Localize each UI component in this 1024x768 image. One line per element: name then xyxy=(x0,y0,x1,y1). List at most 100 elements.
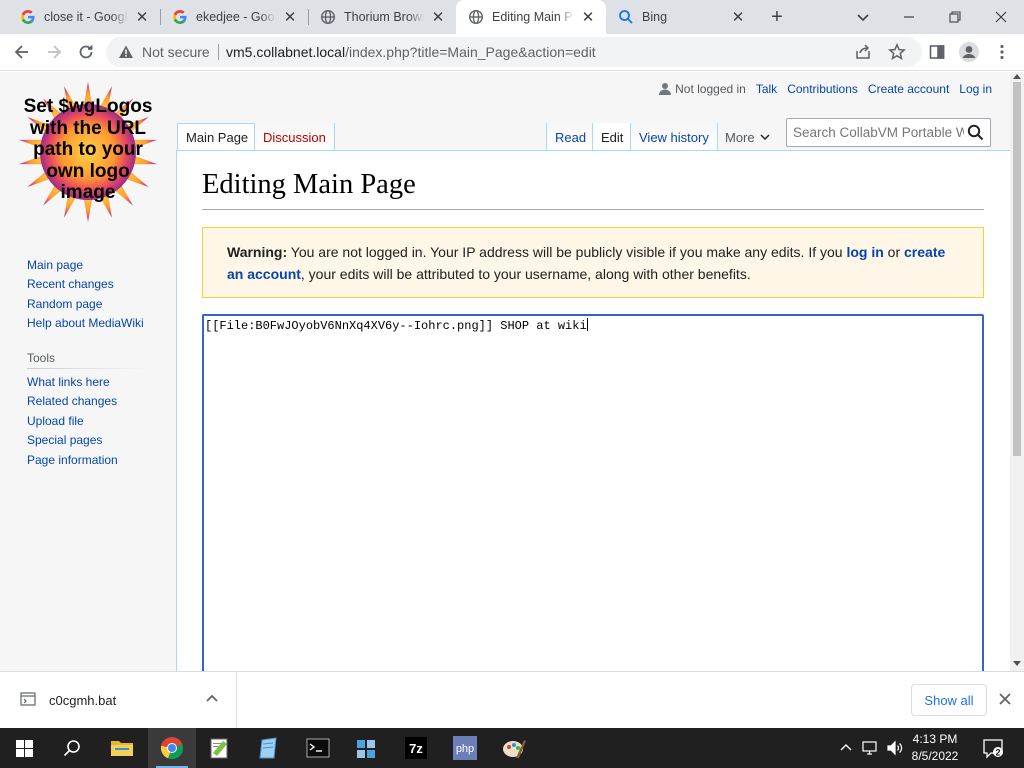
search-icon[interactable] xyxy=(48,728,96,768)
address-bar[interactable]: Not secure vm5.collabnet.local/index.php… xyxy=(106,37,922,67)
tab-view-history[interactable]: View history xyxy=(631,123,718,151)
logo-text: Set $wgLogos with the URL path to your o… xyxy=(23,96,153,203)
tab-strip: close it - Google Search ✕ ekedjee - Goo… xyxy=(0,0,1024,34)
sidebar-item-special-pages[interactable]: Special pages xyxy=(27,433,102,447)
share-icon[interactable] xyxy=(854,43,872,64)
tab-thorium[interactable]: Thorium Browser ✕ xyxy=(308,0,456,34)
scroll-down-arrow-icon[interactable] xyxy=(1013,661,1021,666)
log-in-link[interactable]: log in xyxy=(846,244,883,260)
url-text[interactable]: vm5.collabnet.local/index.php?title=Main… xyxy=(226,44,596,60)
close-icon[interactable]: ✕ xyxy=(580,9,596,26)
browser-toolbar: Not secure vm5.collabnet.local/index.php… xyxy=(0,34,1024,71)
close-icon[interactable] xyxy=(999,693,1011,708)
profile-avatar-icon[interactable] xyxy=(955,38,983,66)
sidebar-item-random-page[interactable]: Random page xyxy=(27,297,102,311)
volume-icon[interactable] xyxy=(886,740,904,759)
tab-editing-main-page[interactable]: Editing Main Page - CollabVM Portable Wi… xyxy=(456,0,606,34)
paint-icon[interactable] xyxy=(490,728,538,768)
minimize-button[interactable] xyxy=(886,0,932,34)
search-input[interactable] xyxy=(788,120,964,145)
close-icon[interactable]: ✕ xyxy=(282,9,298,26)
registry-editor-icon[interactable] xyxy=(343,728,391,768)
chevron-up-icon[interactable] xyxy=(840,742,852,757)
scrollbar-thumb[interactable] xyxy=(1013,82,1021,456)
system-clock[interactable]: 4:13 PM 8/5/2022 xyxy=(904,731,966,765)
chevron-down-icon xyxy=(760,132,770,142)
chrome-icon[interactable] xyxy=(148,728,196,768)
create-account-link[interactable]: Create account xyxy=(868,82,949,96)
show-all-button[interactable]: Show all xyxy=(911,684,987,716)
file-explorer-icon[interactable] xyxy=(98,728,146,768)
svg-text:2: 2 xyxy=(995,748,1000,758)
tab-read[interactable]: Read xyxy=(546,123,592,151)
tab-title: close it - Google Search xyxy=(44,10,128,24)
wiki-search xyxy=(786,118,991,147)
sidebar-item-what-links-here[interactable]: What links here xyxy=(27,375,110,389)
clock-date: 8/5/2022 xyxy=(911,749,959,763)
more-menu[interactable]: More xyxy=(718,123,778,151)
kebab-menu-icon[interactable] xyxy=(988,38,1016,66)
tab-search-chevron-icon[interactable] xyxy=(840,0,886,34)
close-icon[interactable]: ✕ xyxy=(134,9,150,26)
scroll-up-arrow-icon[interactable] xyxy=(1013,74,1021,79)
text-caret xyxy=(586,318,588,331)
bookmark-star-icon[interactable] xyxy=(887,42,907,64)
divider xyxy=(218,44,219,60)
tab-label: Discussion xyxy=(263,129,326,145)
sidebar-item-upload-file[interactable]: Upload file xyxy=(27,414,84,428)
wikitext-editor[interactable]: [[File:B0FwJOyobV6NnXq4XV6y--Iohrc.png]]… xyxy=(202,314,984,671)
talk-link[interactable]: Talk xyxy=(756,82,777,96)
security-label: Not secure xyxy=(142,44,210,60)
sidebar-item-page-information[interactable]: Page information xyxy=(27,453,118,467)
not-logged-in-label: Not logged in xyxy=(675,82,746,96)
search-icon[interactable] xyxy=(967,124,984,144)
tab-google-close-it[interactable]: close it - Google Search ✕ xyxy=(8,0,160,34)
contributions-link[interactable]: Contributions xyxy=(787,82,858,96)
chevron-up-icon[interactable] xyxy=(205,692,219,709)
not-secure-indicator[interactable]: Not secure xyxy=(118,44,210,60)
warning-text: , your edits will be attributed to your … xyxy=(300,266,751,282)
sidebar-item-recent-changes[interactable]: Recent changes xyxy=(27,277,114,291)
tab-edit[interactable]: Edit xyxy=(592,123,631,151)
notification-icon[interactable]: 2 xyxy=(982,737,1004,762)
user-icon xyxy=(659,82,672,96)
anon-edit-warning: Warning: You are not logged in. Your IP … xyxy=(202,227,984,298)
tab-google-ekedjee[interactable]: ekedjee - Google Search ✕ xyxy=(160,0,308,34)
globe-icon xyxy=(468,9,484,25)
svg-text:php: php xyxy=(456,743,474,755)
close-icon[interactable]: ✕ xyxy=(730,9,746,26)
terminal-icon[interactable] xyxy=(294,728,342,768)
url-host: vm5.collabnet.local xyxy=(226,44,346,60)
close-icon[interactable]: ✕ xyxy=(430,9,446,26)
reload-button[interactable] xyxy=(72,38,100,66)
7zip-icon[interactable]: 7z xyxy=(392,728,440,768)
new-tab-button[interactable]: + xyxy=(763,3,791,31)
search-icon xyxy=(618,9,634,25)
back-button[interactable] xyxy=(8,38,36,66)
restore-button[interactable] xyxy=(932,0,978,34)
not-logged-in-indicator: Not logged in xyxy=(659,82,746,96)
sidebar-item-help[interactable]: Help about MediaWiki xyxy=(27,316,144,330)
notepad-icon[interactable] xyxy=(245,728,293,768)
wiki-logo[interactable]: Set $wgLogos with the URL path to your o… xyxy=(18,82,158,222)
warning-triangle-icon xyxy=(118,44,134,60)
editor-text: [[File:B0FwJOyobV6NnXq4XV6y--Iohrc.png]]… xyxy=(205,319,587,333)
page-title: Editing Main Page xyxy=(202,169,416,200)
forward-button[interactable] xyxy=(40,38,68,66)
download-item[interactable]: c0cgmh.bat xyxy=(0,672,237,728)
page-scrollbar[interactable] xyxy=(1010,72,1024,671)
network-icon[interactable] xyxy=(862,740,880,759)
tab-bing[interactable]: Bing ✕ xyxy=(606,0,756,34)
notepad-plus-plus-icon[interactable] xyxy=(196,728,244,768)
close-window-button[interactable] xyxy=(978,0,1024,34)
sidebar-item-main-page[interactable]: Main page xyxy=(27,258,83,272)
sidebar-item-related-changes[interactable]: Related changes xyxy=(27,394,117,408)
warning-text: You are not logged in. Your IP address w… xyxy=(287,244,847,260)
tab-label: Edit xyxy=(601,129,624,145)
start-icon[interactable] xyxy=(0,728,48,768)
tab-discussion[interactable]: Discussion xyxy=(255,123,335,151)
tab-main-page[interactable]: Main Page xyxy=(177,123,255,151)
php-icon[interactable]: php xyxy=(441,728,489,768)
side-panel-icon[interactable] xyxy=(923,38,951,66)
log-in-link[interactable]: Log in xyxy=(959,82,992,96)
